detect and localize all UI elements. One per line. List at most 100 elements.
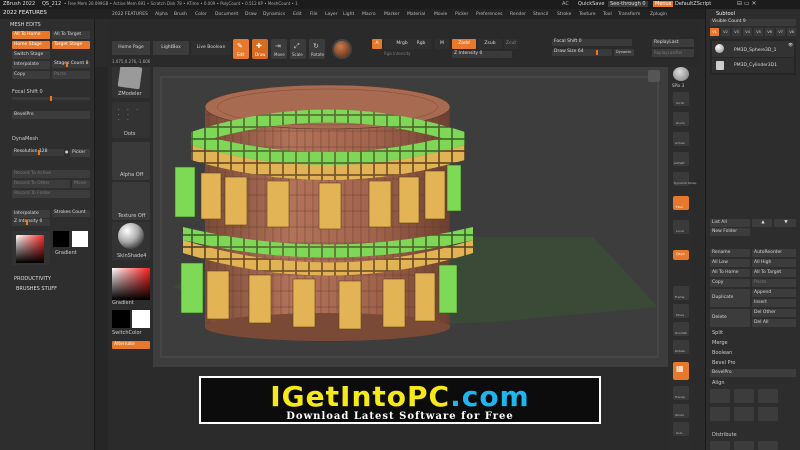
focal-shift-slider[interactable] (12, 96, 90, 101)
tab-v7[interactable]: V7 (776, 28, 785, 36)
align-z-icon[interactable] (758, 389, 778, 403)
slider-knob[interactable] (38, 150, 40, 155)
del-all-button[interactable]: Del All (752, 319, 796, 327)
dynamesh-button[interactable]: DynaMesh (12, 137, 38, 142)
aahalf-button[interactable]: AAHalf (673, 152, 689, 166)
tab-v5[interactable]: V5 (754, 28, 763, 36)
move-view-button[interactable]: Move (673, 304, 689, 318)
menu-item-zplugin[interactable]: Zplugin (650, 12, 667, 17)
autoreorder-button[interactable]: AutoReorder (752, 249, 796, 257)
align-z2-icon[interactable] (758, 407, 778, 421)
stroke-thumb[interactable]: · · · · · · · Dots (112, 102, 150, 138)
switch-color-button[interactable]: SwitchColor (112, 331, 142, 336)
all-to-home-button[interactable]: All To Home (710, 269, 750, 277)
menu-item-brush[interactable]: Brush (174, 12, 187, 17)
replaylastrel-button[interactable]: ReplayLastRel (652, 49, 694, 57)
all-high-button[interactable]: All High (752, 259, 796, 267)
move-button[interactable]: Move (72, 180, 90, 188)
secondary-color-swatch[interactable] (132, 310, 150, 328)
zoom3d-button[interactable]: ZoomID (673, 322, 689, 336)
local-button[interactable]: Local (673, 220, 689, 234)
gradient-label[interactable]: Gradient (112, 301, 134, 306)
qxyz-button[interactable]: Qxyz (673, 250, 689, 260)
tab-v4[interactable]: V4 (743, 28, 752, 36)
stages-count-slider[interactable]: Stages Count 8 (52, 61, 90, 68)
move-button[interactable]: ⇥ Move (271, 39, 287, 59)
spix-label[interactable]: SPix 3 (672, 84, 684, 88)
menu-item-material[interactable]: Material (407, 12, 425, 17)
default-zscript-button[interactable]: DefaultZScript (675, 2, 711, 7)
menu-item-document[interactable]: Document (215, 12, 238, 17)
frame-button[interactable]: Frame (673, 286, 689, 300)
ac-label[interactable]: AC (562, 2, 569, 7)
eye-icon[interactable]: 👁 (788, 43, 793, 47)
alternate-button[interactable]: Alternate (112, 341, 150, 349)
color-picker[interactable] (12, 231, 50, 265)
all-low-button[interactable]: All Low (710, 259, 750, 267)
tab-v3[interactable]: V3 (732, 28, 741, 36)
menu-item-2022-features[interactable]: 2022 FEATURES (112, 12, 148, 17)
tray-divider[interactable] (95, 67, 108, 450)
align-y2-icon[interactable] (734, 407, 754, 421)
panel-header[interactable]: 2022 FEATURES (3, 10, 47, 17)
dynamic-button[interactable]: Dynamic (614, 49, 634, 56)
copy-button[interactable]: Copy (12, 71, 50, 79)
distribute-x-icon[interactable] (710, 441, 730, 450)
dynamic-persp-button[interactable]: Dynamic Persp (673, 172, 696, 186)
record-to-folder-button[interactable]: Record To Folder (12, 190, 90, 198)
list-item[interactable]: PM3D_Cylinder3D1 (712, 58, 794, 73)
align-x-icon[interactable] (710, 389, 730, 403)
rgb-button[interactable]: Rgb (411, 39, 431, 49)
secondary-color-swatch[interactable] (72, 231, 88, 247)
tab-v6[interactable]: V6 (765, 28, 774, 36)
texture-thumb[interactable]: Texture Off (112, 182, 150, 220)
picker-button[interactable]: Picker (70, 149, 90, 157)
bevel-pro-header[interactable]: Bevel Pro (712, 361, 735, 366)
shelf-color-picker[interactable] (112, 268, 150, 300)
record-to-other-button[interactable]: Record To Other (12, 180, 70, 188)
menu-item-color[interactable]: Color (195, 12, 207, 17)
zoom-button[interactable]: Zoom (673, 112, 689, 126)
distribute-y-icon[interactable] (734, 441, 754, 450)
del-other-button[interactable]: Del Other (752, 309, 796, 317)
strokes-count-slider[interactable]: Strokes Count (52, 210, 90, 217)
target-stage-button[interactable]: Target Stage (52, 41, 90, 49)
home-page-button[interactable]: Home Page (112, 41, 150, 55)
floor-button[interactable]: Floor (673, 196, 689, 210)
window-controls-icon[interactable]: ⊟ ▭ ✕ (737, 1, 757, 7)
rotate-view-button[interactable]: Rotate (673, 340, 689, 354)
brushes-stuff-header[interactable]: BRUSHES STUFF (16, 287, 57, 292)
bpr-sphere-icon[interactable] (673, 67, 689, 81)
menu-item-edit[interactable]: Edit (293, 12, 302, 17)
bevelpro-button[interactable]: BevelPro (12, 111, 90, 119)
zmodeler-brush-thumb[interactable]: ZModeler (112, 62, 150, 98)
new-folder-button[interactable]: New Folder (710, 228, 750, 236)
scroll-button[interactable]: Scroll (673, 92, 689, 106)
draw-button[interactable]: ✚ Draw (252, 39, 268, 59)
paste-button[interactable]: Paste (52, 71, 90, 79)
z-intensity-slider[interactable]: Z Intensity 0 (452, 51, 512, 58)
menu-item-texture[interactable]: Texture (579, 12, 595, 17)
menu-item-layer[interactable]: Layer (325, 12, 338, 17)
menu-item-marker[interactable]: Marker (384, 12, 400, 17)
menu-item-preferences[interactable]: Preferences (476, 12, 502, 17)
align-x2-icon[interactable] (710, 407, 730, 421)
record-to-active-button[interactable]: Record To Active (12, 170, 90, 178)
distribute-header[interactable]: Distribute (712, 433, 737, 438)
see-through-slider[interactable]: See-through 0 (608, 1, 648, 7)
m-button[interactable]: M (435, 39, 449, 49)
menu-item-light[interactable]: Light (343, 12, 354, 17)
rename-button[interactable]: Rename (710, 249, 750, 257)
list-all-button[interactable]: List All (710, 219, 750, 227)
align-header[interactable]: Align (712, 381, 725, 386)
interpolate-button-2[interactable]: Interpolate (12, 210, 50, 218)
material-sphere-icon[interactable] (332, 39, 352, 59)
viewport-canvas[interactable] (153, 67, 668, 367)
menu-item-stroke[interactable]: Stroke (557, 12, 571, 17)
material-thumb[interactable]: SkinShade4 (112, 222, 150, 260)
menu-item-dynamics[interactable]: Dynamics (263, 12, 285, 17)
slider-knob[interactable] (50, 96, 52, 101)
gradient-label[interactable]: Gradient (55, 251, 77, 256)
delete-button[interactable]: Delete (710, 309, 750, 327)
zadd-button[interactable]: Zadd (452, 39, 476, 49)
